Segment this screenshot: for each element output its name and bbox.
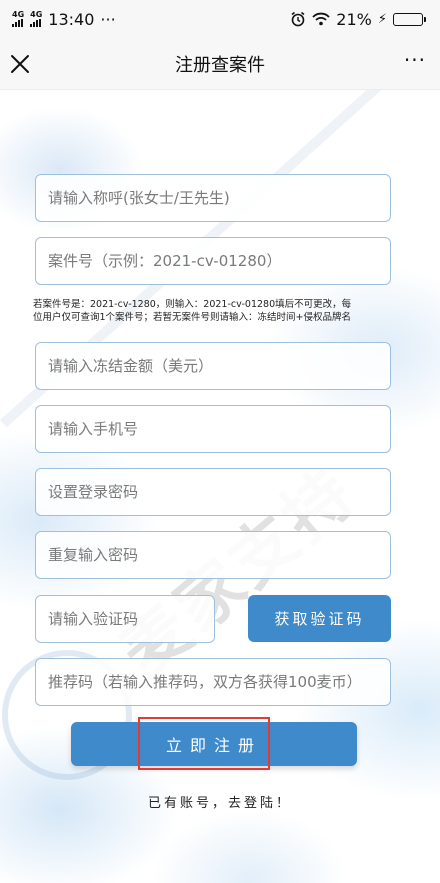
frozen-amount-field[interactable]	[35, 342, 391, 390]
status-time: 13:40	[48, 9, 95, 29]
password-field[interactable]	[35, 468, 391, 516]
verification-code-field[interactable]	[35, 595, 215, 643]
status-left: 4G 4G 13:40 ···	[12, 10, 116, 29]
password-repeat-field[interactable]	[35, 531, 391, 579]
close-icon[interactable]	[6, 50, 34, 78]
status-dots: ···	[100, 9, 116, 29]
get-code-button[interactable]: 获取验证码	[248, 595, 391, 642]
nav-bar: 注册查案件 ···	[0, 38, 440, 90]
signal-icon-2: 4G	[30, 11, 42, 27]
case-number-field[interactable]	[35, 237, 391, 285]
hint-line-1: 若案件号是：2021-cv-1280，则输入：2021-cv-01280填后不可…	[33, 299, 352, 310]
battery-icon	[393, 12, 426, 26]
page-title: 注册查案件	[175, 54, 265, 76]
status-right: 21% ⚡	[290, 10, 426, 29]
alarm-icon	[291, 11, 305, 27]
hint-line-2: 位用户仅可查询1个案件号；若暂无案件号则请输入：冻结时间+侵权品牌名	[33, 312, 352, 323]
wifi-icon	[312, 12, 330, 26]
referral-code-field[interactable]	[35, 658, 391, 706]
charging-icon: ⚡	[377, 11, 387, 27]
status-bar: 4G 4G 13:40 ··· 21% ⚡	[0, 0, 440, 38]
name-field[interactable]	[35, 174, 391, 222]
signal-icon: 4G	[12, 11, 24, 27]
login-link[interactable]: 已有账号，去登陆！	[0, 792, 440, 811]
battery-percent: 21%	[336, 9, 372, 29]
more-menu-button[interactable]: ···	[404, 48, 426, 72]
register-button[interactable]: 立即注册	[71, 722, 357, 766]
phone-field[interactable]	[35, 405, 391, 453]
case-number-hint: 若案件号是：2021-cv-1280，则输入：2021-cv-01280填后不可…	[33, 298, 403, 324]
